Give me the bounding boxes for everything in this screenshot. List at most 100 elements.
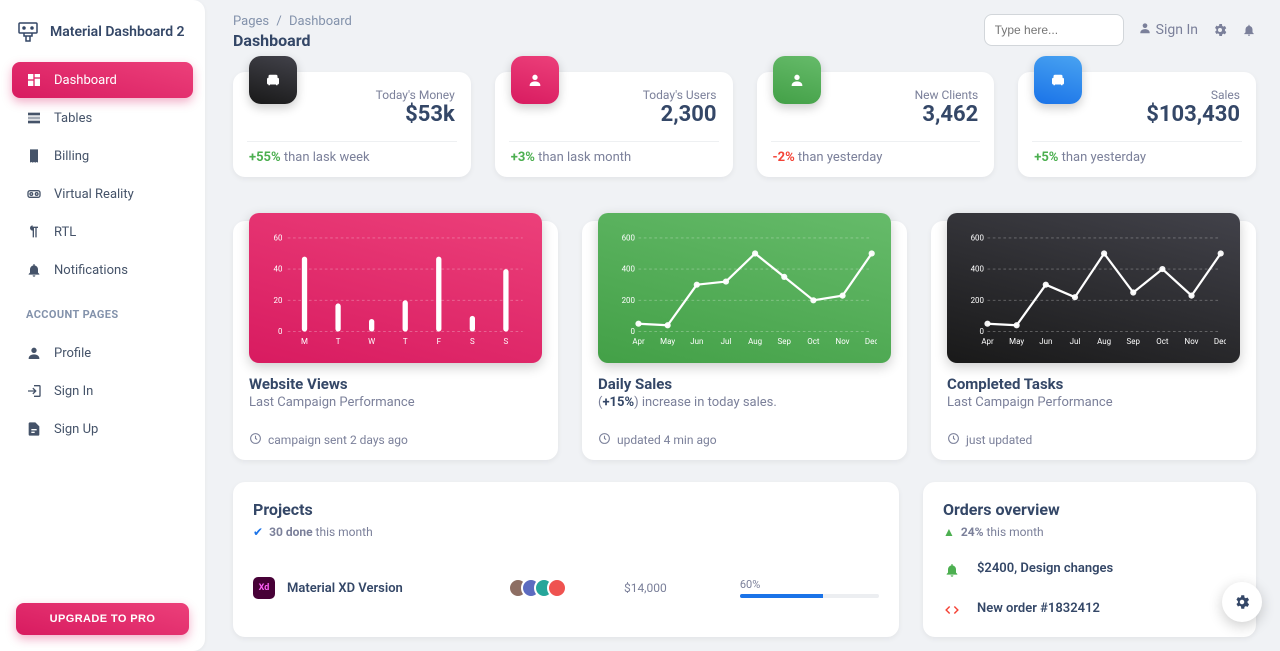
weekend-icon <box>249 56 297 104</box>
svg-text:Aug: Aug <box>748 337 762 346</box>
check-icon: ✔ <box>253 525 263 539</box>
order-item: New order #1832412 <box>943 601 1236 619</box>
stat-card: New Clients3,462-2% than yesterday <box>757 72 995 177</box>
dashboard-icon <box>26 72 42 88</box>
svg-text:S: S <box>470 337 475 346</box>
nav-main: DashboardTablesBillingVirtual RealityRTL… <box>12 62 193 288</box>
svg-text:T: T <box>403 337 408 346</box>
brand-text: Material Dashboard 2 <box>50 24 185 40</box>
nav-section-label: ACCOUNT PAGES <box>26 308 193 321</box>
charts-row: 0204060MTWTFSSWebsite ViewsLast Campaign… <box>233 221 1256 460</box>
bell-icon[interactable] <box>1242 23 1256 37</box>
login-icon <box>26 383 42 399</box>
chart-canvas: 0200400600AprMayJunJulAugSepOctNovDec <box>598 213 891 363</box>
bell-icon <box>26 262 42 278</box>
svg-text:60: 60 <box>273 234 282 243</box>
svg-text:Oct: Oct <box>807 337 820 346</box>
bell-icon <box>943 561 961 579</box>
svg-text:W: W <box>368 337 375 346</box>
svg-text:600: 600 <box>622 234 636 243</box>
svg-text:Jun: Jun <box>1039 337 1052 346</box>
brand-row[interactable]: Material Dashboard 2 <box>12 16 193 48</box>
xd-icon: Xd <box>253 577 275 599</box>
weekend-icon <box>1034 56 1082 104</box>
person-icon <box>26 345 42 361</box>
nav-account: ProfileSign InSign Up <box>12 335 193 447</box>
progress-bar <box>740 594 879 598</box>
sidebar: Material Dashboard 2 DashboardTablesBill… <box>0 0 205 651</box>
settings-fab[interactable] <box>1222 582 1262 622</box>
sidebar-item-billing[interactable]: Billing <box>12 138 193 174</box>
sidebar-item-sign-up[interactable]: Sign Up <box>12 411 193 447</box>
main-content: Pages / Dashboard Dashboard Sign In Toda… <box>205 0 1280 651</box>
projects-title: Projects <box>253 500 879 519</box>
svg-text:May: May <box>660 337 675 346</box>
sidebar-item-sign-in[interactable]: Sign In <box>12 373 193 409</box>
svg-text:Dec: Dec <box>1214 337 1226 346</box>
svg-text:Apr: Apr <box>981 337 994 346</box>
svg-text:Jul: Jul <box>1070 337 1081 346</box>
svg-text:40: 40 <box>273 265 282 274</box>
sidebar-item-dashboard[interactable]: Dashboard <box>12 62 193 98</box>
orders-panel: Orders overview ▲ 24% this month $2400, … <box>923 482 1256 637</box>
chart-canvas: 0200400600AprMayJunJulAugSepOctNovDec <box>947 213 1240 363</box>
svg-text:20: 20 <box>273 296 282 305</box>
stats-row: Today's Money$53k+55% than lask weekToda… <box>233 72 1256 177</box>
clock-icon <box>947 432 960 448</box>
chart-card: 0200400600AprMayJunJulAugSepOctNovDecDai… <box>582 221 907 460</box>
person-icon <box>773 56 821 104</box>
svg-text:0: 0 <box>278 327 283 336</box>
chart-card: 0200400600AprMayJunJulAugSepOctNovDecCom… <box>931 221 1256 460</box>
svg-text:Sep: Sep <box>778 337 792 346</box>
orders-title: Orders overview <box>943 500 1236 519</box>
table-icon <box>26 110 42 126</box>
svg-text:May: May <box>1009 337 1024 346</box>
sidebar-item-rtl[interactable]: RTL <box>12 214 193 250</box>
person-icon <box>1138 21 1152 39</box>
settings-icon[interactable] <box>1212 22 1228 38</box>
signin-link[interactable]: Sign In <box>1138 21 1198 39</box>
arrow-up-icon: ▲ <box>943 525 955 539</box>
receipt-icon <box>26 148 42 164</box>
person-icon <box>511 56 559 104</box>
breadcrumb-current: Dashboard <box>289 14 352 29</box>
page-title: Dashboard <box>233 31 352 50</box>
svg-text:F: F <box>437 337 442 346</box>
svg-text:Dec: Dec <box>865 337 877 346</box>
stat-card: Today's Users2,300+3% than lask month <box>495 72 733 177</box>
svg-text:M: M <box>301 337 308 346</box>
svg-text:0: 0 <box>979 327 984 336</box>
svg-text:S: S <box>504 337 509 346</box>
code-icon <box>943 601 961 619</box>
sidebar-item-profile[interactable]: Profile <box>12 335 193 371</box>
chart-canvas: 0204060MTWTFSS <box>249 213 542 363</box>
search-input[interactable] <box>984 14 1124 46</box>
svg-text:Oct: Oct <box>1156 337 1169 346</box>
svg-text:600: 600 <box>971 234 985 243</box>
svg-text:Jun: Jun <box>690 337 703 346</box>
svg-text:Aug: Aug <box>1097 337 1111 346</box>
order-item: $2400, Design changes <box>943 561 1236 579</box>
rtl-icon <box>26 224 42 240</box>
upgrade-button[interactable]: UPGRADE TO PRO <box>16 603 189 635</box>
clock-icon <box>598 432 611 448</box>
svg-text:200: 200 <box>971 296 985 305</box>
stat-card: Sales$103,430+5% than yesterday <box>1018 72 1256 177</box>
breadcrumb: Pages / Dashboard <box>233 14 352 29</box>
sidebar-item-tables[interactable]: Tables <box>12 100 193 136</box>
chart-card: 0204060MTWTFSSWebsite ViewsLast Campaign… <box>233 221 558 460</box>
signup-icon <box>26 421 42 437</box>
projects-panel: Projects ✔ 30 done this month Xd Materia… <box>233 482 899 637</box>
stat-card: Today's Money$53k+55% than lask week <box>233 72 471 177</box>
sidebar-item-notifications[interactable]: Notifications <box>12 252 193 288</box>
breadcrumb-root[interactable]: Pages <box>233 14 269 29</box>
table-row[interactable]: Xd Material XD Version $14,000 60% <box>253 577 879 599</box>
svg-text:200: 200 <box>622 296 636 305</box>
svg-text:0: 0 <box>630 327 635 336</box>
sidebar-item-virtual-reality[interactable]: Virtual Reality <box>12 176 193 212</box>
svg-text:Sep: Sep <box>1127 337 1141 346</box>
svg-text:Apr: Apr <box>632 337 645 346</box>
vr-icon <box>26 186 42 202</box>
svg-text:Jul: Jul <box>721 337 732 346</box>
brand-icon <box>16 20 40 44</box>
